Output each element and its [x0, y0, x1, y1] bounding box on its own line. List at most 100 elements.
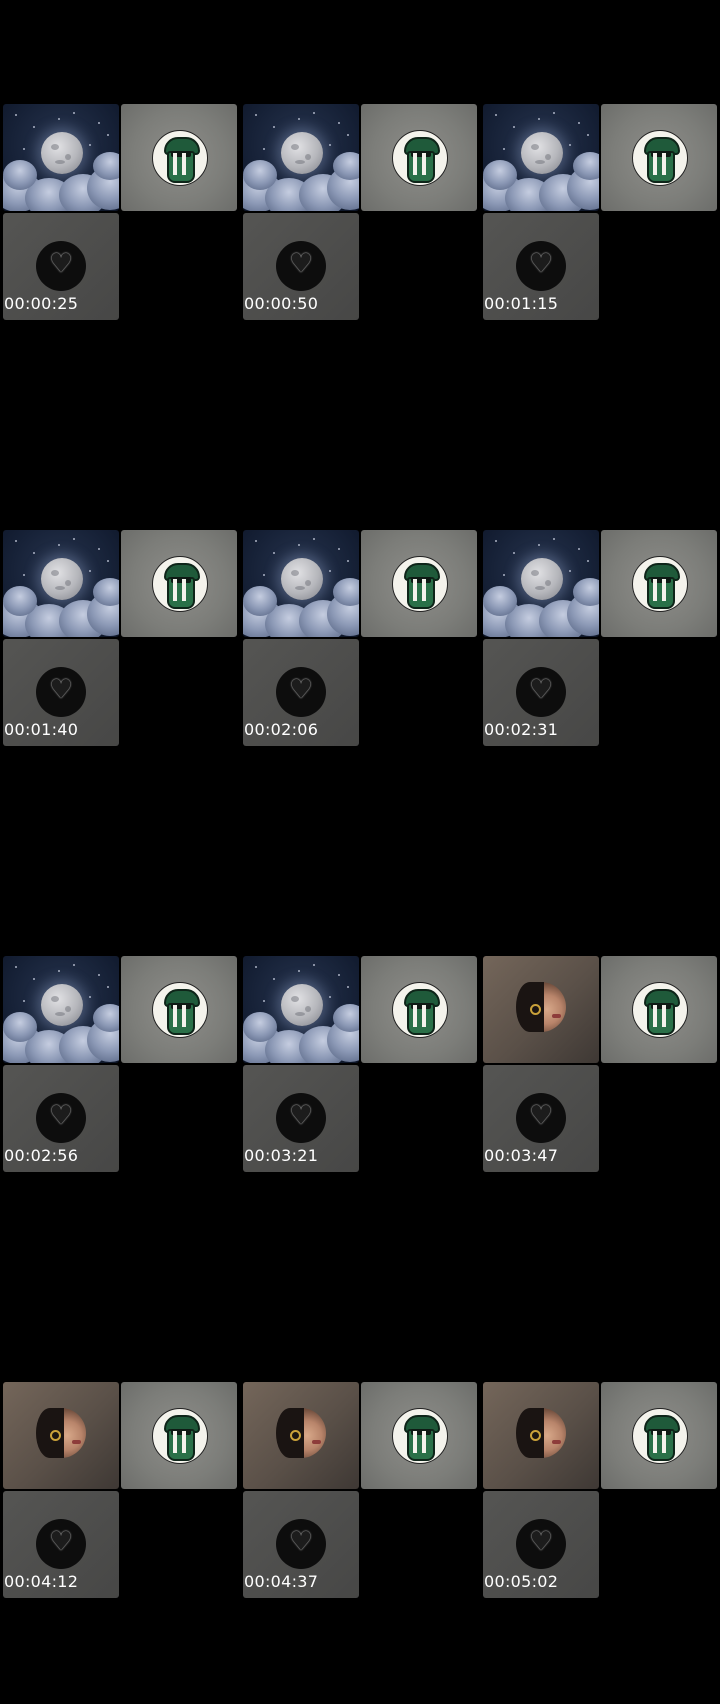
star-icon [263, 1000, 265, 1002]
cloud-icon [243, 586, 277, 616]
heart-disc: ♥ [36, 1093, 86, 1143]
moon-icon [41, 984, 83, 1026]
moon-crater [291, 570, 299, 576]
star-icon [73, 964, 75, 966]
moon-crater [291, 996, 299, 1002]
moon-crater [535, 160, 545, 164]
earring-icon [530, 1004, 541, 1015]
heart-disc: ♥ [36, 667, 86, 717]
star-icon [338, 122, 340, 124]
logo-stripe [653, 1431, 657, 1453]
logo-stripe [662, 579, 666, 601]
frame-timestamp: 00:04:37 [244, 1572, 319, 1591]
cloud-icon [333, 578, 359, 606]
frame-cell: ♥ 00:05:02 [480, 1278, 720, 1704]
star-icon [58, 544, 60, 546]
heart-disc: ♥ [276, 1519, 326, 1569]
star-icon [298, 970, 300, 972]
star-icon [578, 122, 580, 124]
cloud-icon [3, 586, 37, 616]
frame-cell: ♥ 00:04:37 [240, 1278, 480, 1704]
moon-crater [305, 580, 311, 586]
logo-thumbnail [121, 1382, 237, 1489]
logo-thumbnail [601, 956, 717, 1063]
star-icon [569, 570, 571, 572]
cloud-icon [93, 578, 119, 606]
heart-icon: ♥ [529, 1101, 553, 1131]
star-icon [569, 144, 571, 146]
moon-icon [41, 132, 83, 174]
star-icon [58, 970, 60, 972]
green-robot-logo-icon [632, 556, 688, 612]
moon-crater [305, 1006, 311, 1012]
logo-stripe [662, 1431, 666, 1453]
star-icon [503, 148, 505, 150]
star-icon [329, 570, 331, 572]
logo-stripe [173, 579, 177, 601]
lip-shape [552, 1440, 561, 1444]
star-icon [553, 112, 555, 114]
heart-disc: ♥ [276, 667, 326, 717]
frame-timestamp: 00:02:56 [4, 1146, 79, 1165]
cloud-icon [243, 1012, 277, 1042]
frame-timestamp: 00:05:02 [484, 1572, 559, 1591]
moon-thumbnail [243, 104, 359, 211]
earring-icon [530, 1430, 541, 1441]
moon-crater [295, 1012, 305, 1016]
frame-cell: ♥ 00:00:25 [0, 0, 240, 426]
green-robot-logo-icon [632, 130, 688, 186]
heart-icon: ♥ [529, 1527, 553, 1557]
logo-stripe [422, 153, 426, 175]
star-icon [347, 986, 349, 988]
moon-crater [65, 580, 71, 586]
star-icon [273, 126, 275, 128]
star-icon [255, 114, 257, 116]
heart-icon: ♥ [289, 1527, 313, 1557]
star-icon [587, 134, 589, 136]
star-icon [89, 570, 91, 572]
cloud-icon [483, 586, 517, 616]
moon-thumbnail [3, 956, 119, 1063]
star-icon [15, 114, 17, 116]
moon-thumbnail [243, 530, 359, 637]
frame-timestamp: 00:03:47 [484, 1146, 559, 1165]
logo-thumbnail [601, 1382, 717, 1489]
green-robot-logo-icon [392, 982, 448, 1038]
star-icon [255, 540, 257, 542]
heart-icon: ♥ [49, 1101, 73, 1131]
frame-timestamp: 00:02:31 [484, 720, 559, 739]
star-icon [33, 552, 35, 554]
moon-crater [295, 586, 305, 590]
logo-stripe [413, 579, 417, 601]
green-robot-logo-icon [392, 130, 448, 186]
logo-stripe [422, 1005, 426, 1027]
logo-stripe [182, 153, 186, 175]
moon-crater [531, 570, 539, 576]
logo-thumbnail [361, 530, 477, 637]
portrait-thumbnail [3, 1382, 119, 1489]
frame-timestamp: 00:01:40 [4, 720, 79, 739]
logo-stripe [182, 1005, 186, 1027]
logo-stripe [173, 1005, 177, 1027]
heart-disc: ♥ [516, 667, 566, 717]
moon-crater [55, 160, 65, 164]
heart-icon: ♥ [529, 249, 553, 279]
star-icon [273, 978, 275, 980]
star-icon [58, 118, 60, 120]
moon-crater [295, 160, 305, 164]
star-icon [33, 978, 35, 980]
star-icon [538, 544, 540, 546]
star-icon [263, 148, 265, 150]
cloud-icon [3, 1012, 37, 1042]
star-icon [538, 118, 540, 120]
star-icon [107, 134, 109, 136]
heart-icon: ♥ [49, 1527, 73, 1557]
cloud-icon [3, 160, 37, 190]
star-icon [15, 540, 17, 542]
frame-timestamp: 00:00:25 [4, 294, 79, 313]
star-icon [587, 560, 589, 562]
heart-icon: ♥ [529, 675, 553, 705]
cloud-icon [573, 152, 599, 180]
star-icon [298, 544, 300, 546]
frame-timestamp: 00:02:06 [244, 720, 319, 739]
